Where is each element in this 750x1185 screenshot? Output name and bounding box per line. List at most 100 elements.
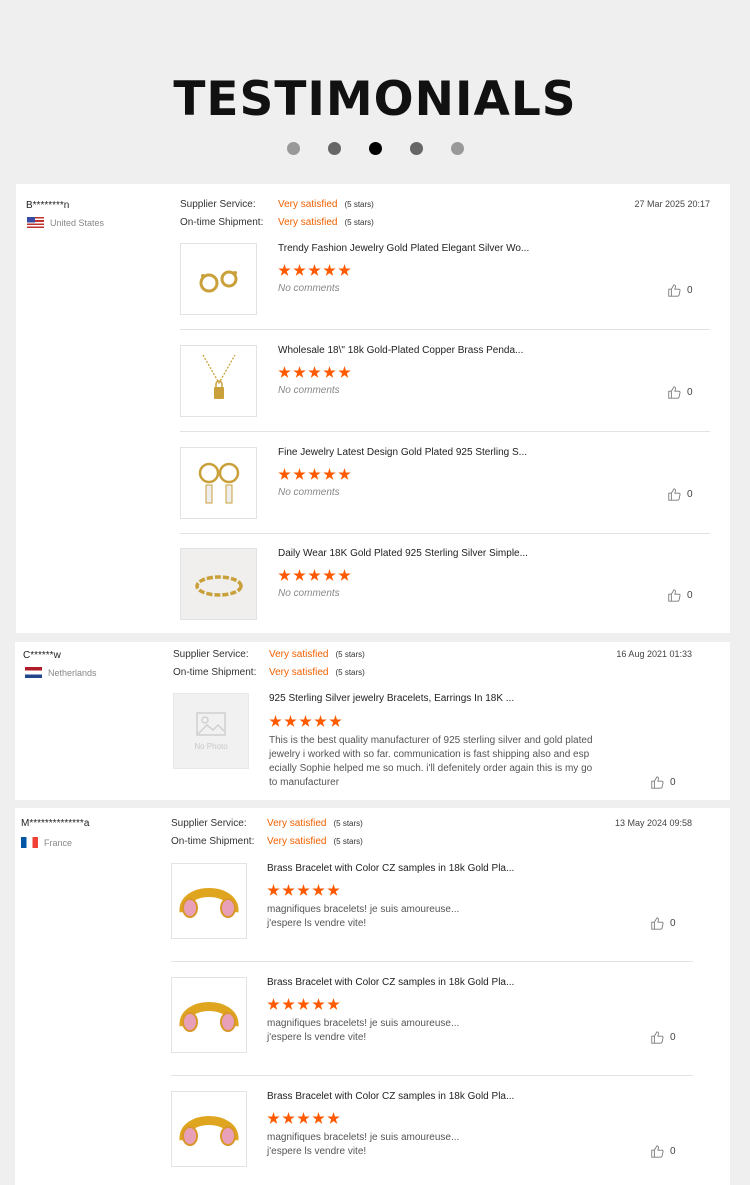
star-icon — [282, 884, 295, 896]
product-name[interactable]: Wholesale 18\" 18k Gold-Plated Copper Br… — [278, 345, 523, 356]
product-name[interactable]: Daily Wear 18K Gold Plated 925 Sterling … — [278, 548, 528, 559]
rating-stars-text: (5 stars) — [335, 650, 365, 659]
star-icon — [282, 1112, 295, 1124]
carousel-dot[interactable] — [450, 142, 464, 155]
comment-line: magnifiques bracelets! je suis amoureuse… — [267, 1018, 460, 1029]
divider — [180, 431, 710, 432]
like-button[interactable]: 0 — [667, 487, 693, 501]
hoop-earrings-image-icon — [198, 462, 239, 504]
star-icon — [297, 884, 310, 896]
like-count: 0 — [670, 917, 676, 929]
product-name[interactable]: Brass Bracelet with Color CZ samples in … — [267, 977, 514, 988]
star-icon — [312, 884, 325, 896]
reviewer-name: C******w — [23, 650, 61, 661]
reviewer-country: France — [21, 837, 72, 848]
cuff-bracelet-image-icon — [179, 1116, 239, 1146]
product-rating-stars — [278, 366, 351, 379]
country-name: Netherlands — [48, 667, 97, 678]
star-icon — [278, 569, 291, 581]
thumbs-up-icon — [650, 1030, 664, 1044]
like-button[interactable]: 0 — [650, 916, 676, 930]
star-icon — [308, 366, 321, 378]
like-button[interactable]: 0 — [667, 588, 693, 602]
product-name[interactable]: Brass Bracelet with Color CZ samples in … — [267, 1091, 514, 1102]
review-date: 27 Mar 2025 20:17 — [634, 199, 710, 209]
review-date: 16 Aug 2021 01:33 — [616, 649, 692, 659]
review-comment: magnifiques bracelets! je suis amoureuse… — [267, 903, 459, 931]
like-button[interactable]: 0 — [667, 385, 693, 399]
product-rating-stars — [267, 884, 340, 897]
product-item: Wholesale 18\" 18k Gold-Plated Copper Br… — [180, 345, 710, 425]
review-comment: magnifiques bracelets! je suis amoureuse… — [267, 1131, 459, 1159]
star-icon — [297, 1112, 310, 1124]
star-icon — [338, 264, 351, 276]
carousel-dot[interactable] — [286, 142, 300, 155]
no-photo-label: No Photo — [194, 741, 228, 751]
product-item: Trendy Fashion Jewelry Gold Plated Elega… — [180, 243, 710, 323]
star-icon — [278, 468, 291, 480]
product-name[interactable]: Fine Jewelry Latest Design Gold Plated 9… — [278, 447, 527, 458]
star-icon — [323, 264, 336, 276]
product-thumbnail[interactable] — [180, 447, 257, 519]
star-icon — [293, 468, 306, 480]
rating-label: On-time Shipment: — [180, 217, 264, 228]
carousel-dot[interactable] — [409, 142, 423, 155]
reviewer-country: Netherlands — [25, 667, 97, 678]
divider — [171, 961, 693, 962]
like-button[interactable]: 0 — [650, 775, 676, 789]
carousel-dot[interactable] — [327, 142, 341, 155]
star-icon — [327, 1112, 340, 1124]
product-rating-stars — [278, 264, 351, 277]
product-item: Brass Bracelet with Color CZ samples in … — [171, 977, 691, 1057]
product-name[interactable]: Trendy Fashion Jewelry Gold Plated Elega… — [278, 243, 529, 254]
ontime-shipment-rating: On-time Shipment: Very satisfied (5 star… — [171, 836, 363, 847]
like-button[interactable]: 0 — [650, 1144, 676, 1158]
like-button[interactable]: 0 — [650, 1030, 676, 1044]
us-flag-icon — [27, 217, 44, 228]
product-item: Brass Bracelet with Color CZ samples in … — [171, 1091, 691, 1171]
review-comment: No comments — [278, 283, 340, 294]
star-icon — [323, 468, 336, 480]
rating-label: On-time Shipment: — [173, 667, 257, 678]
rating-stars-text: (5 stars) — [344, 218, 374, 227]
divider — [180, 329, 710, 330]
product-thumbnail[interactable] — [171, 977, 247, 1053]
product-thumbnail[interactable] — [171, 863, 247, 939]
comment-line: This is the best quality manufacturer of… — [269, 735, 593, 746]
comment-line: j'espere ls vendre vite! — [267, 1032, 367, 1043]
product-thumbnail[interactable]: No Photo — [173, 693, 249, 769]
star-icon — [338, 468, 351, 480]
star-icon — [329, 715, 342, 727]
review-card: M**************a France Supplier Service… — [15, 808, 730, 1185]
star-icon — [338, 366, 351, 378]
product-item: Daily Wear 18K Gold Plated 925 Sterling … — [180, 548, 710, 628]
product-thumbnail[interactable] — [180, 243, 257, 315]
like-count: 0 — [670, 1031, 676, 1043]
thumbs-up-icon — [650, 775, 664, 789]
product-rating-stars — [278, 569, 351, 582]
earrings-image-icon — [199, 270, 237, 293]
cuff-bracelet-image-icon — [179, 888, 239, 918]
thumbs-up-icon — [667, 385, 681, 399]
reviewer-name: M**************a — [21, 818, 90, 829]
like-count: 0 — [687, 386, 693, 398]
review-comment: No comments — [278, 588, 340, 599]
product-name[interactable]: 925 Sterling Silver jewelry Bracelets, E… — [269, 693, 514, 704]
product-thumbnail[interactable] — [180, 345, 257, 417]
carousel-dot-active[interactable] — [368, 142, 382, 155]
review-comment: This is the best quality manufacturer of… — [269, 734, 614, 790]
comment-line: to manufacturer — [269, 777, 340, 788]
review-comment: magnifiques bracelets! je suis amoureuse… — [267, 1017, 459, 1045]
star-icon — [293, 264, 306, 276]
supplier-service-rating: Supplier Service: Very satisfied (5 star… — [180, 199, 374, 210]
star-icon — [312, 1112, 325, 1124]
rating-value: Very satisfied — [269, 667, 329, 678]
reviewer-country: United States — [27, 217, 104, 228]
product-thumbnail[interactable] — [171, 1091, 247, 1167]
image-placeholder-icon — [196, 711, 226, 736]
like-button[interactable]: 0 — [667, 283, 693, 297]
product-item: No Photo 925 Sterling Silver jewelry Bra… — [173, 693, 703, 793]
product-name[interactable]: Brass Bracelet with Color CZ samples in … — [267, 863, 514, 874]
product-thumbnail[interactable] — [180, 548, 257, 620]
comment-line: magnifiques bracelets! je suis amoureuse… — [267, 904, 460, 915]
